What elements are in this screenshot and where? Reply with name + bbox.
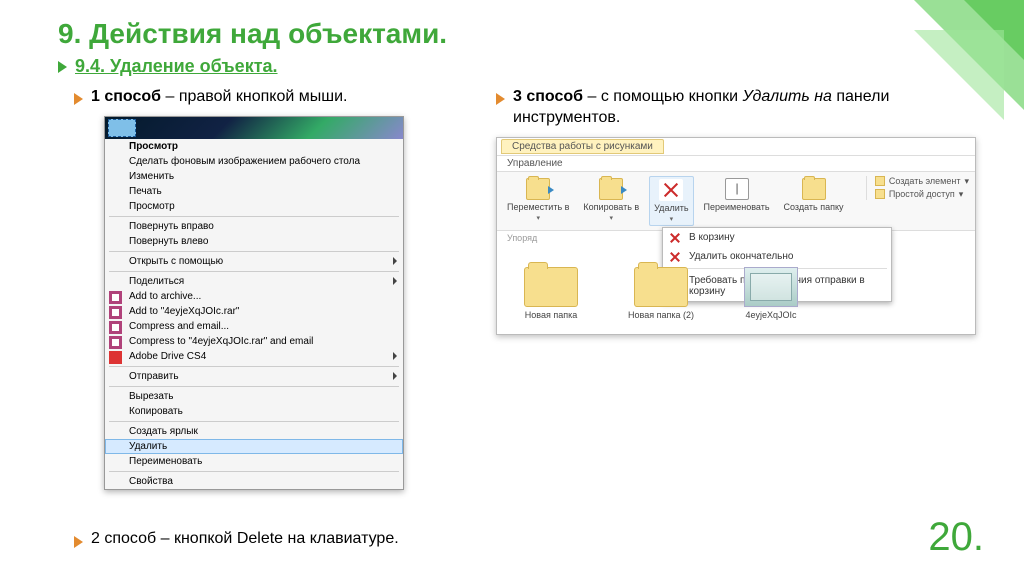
context-menu-item[interactable]: Add to archive... <box>105 289 403 304</box>
separator <box>109 271 399 272</box>
separator <box>109 251 399 252</box>
folder-icon <box>524 267 578 307</box>
method-1: 1 способ – правой кнопкой мыши. <box>74 87 466 108</box>
method2-label: 2 способ <box>91 530 156 547</box>
separator <box>109 421 399 422</box>
menu-item-label: Создать ярлык <box>129 426 198 437</box>
menu-item-label: Add to archive... <box>129 291 201 302</box>
context-menu-item[interactable]: Повернуть вправо <box>105 219 403 234</box>
context-menu-item[interactable]: Печать <box>105 184 403 199</box>
menu-item-label: Изменить <box>129 171 174 182</box>
menu-item-label: Adobe Drive CS4 <box>129 351 206 362</box>
adobe-icon <box>109 351 122 364</box>
file-label: Новая папка (2) <box>628 310 694 320</box>
file-label: 4eyjeXqJOIc <box>745 310 796 320</box>
context-menu-item[interactable]: Compress and email... <box>105 319 403 334</box>
menu-item-label: Сделать фоновым изображением рабочего ст… <box>129 156 360 167</box>
corner-decoration <box>824 0 1024 180</box>
context-menu-item[interactable]: Compress to "4eyjeXqJOIc.rar" and email <box>105 334 403 349</box>
menu-item-label: Открыть с помощью <box>129 256 223 267</box>
delete-button[interactable]: Удалить▾ <box>649 176 693 226</box>
bullet-icon <box>74 93 83 105</box>
menu-item-label: Копировать <box>129 406 183 417</box>
selected-icon <box>108 119 136 137</box>
separator <box>109 216 399 217</box>
context-menu-item[interactable]: Создать ярлык <box>105 424 403 439</box>
context-menu-item[interactable]: Adobe Drive CS4 <box>105 349 403 364</box>
rar-icon <box>109 291 122 304</box>
delete-recycle[interactable]: В корзину <box>663 228 891 247</box>
menu-item-label: Печать <box>129 186 162 197</box>
move-button[interactable]: Переместить в▾ <box>503 176 573 224</box>
folder-item[interactable]: Новая папка <box>511 267 591 320</box>
delete-permanent[interactable]: Удалить окончательно <box>663 247 891 266</box>
file-label: Новая папка <box>525 310 577 320</box>
context-menu-item[interactable]: Переименовать <box>105 454 403 469</box>
context-menu-item[interactable]: Удалить <box>105 439 403 454</box>
context-menu-item[interactable]: Add to "4eyjeXqJOIc.rar" <box>105 304 403 319</box>
bullet-icon <box>496 93 505 105</box>
menu-item-label: Удалить <box>129 441 167 452</box>
menu-item-label: Вырезать <box>129 391 173 402</box>
slide-number: 20. <box>928 515 984 560</box>
method1-label: 1 способ <box>91 88 161 105</box>
menu-item-label: Свойства <box>129 476 173 487</box>
menu-item-label: Просмотр <box>129 141 178 152</box>
menu-item-label: Отправить <box>129 371 179 382</box>
context-menu-item[interactable]: Просмотр <box>105 199 403 214</box>
context-menu-item[interactable]: Копировать <box>105 404 403 419</box>
ribbon: Переместить в▾ Копировать в▾ Удалить▾ Пе… <box>497 172 975 231</box>
context-menu-item[interactable]: Сделать фоновым изображением рабочего ст… <box>105 154 403 169</box>
menu-item-label: Add to "4eyjeXqJOIc.rar" <box>129 306 239 317</box>
new-folder-button[interactable]: Создать папку <box>780 176 848 214</box>
x-icon <box>669 232 681 244</box>
copy-button[interactable]: Копировать в▾ <box>579 176 643 224</box>
context-menu-item[interactable]: Вырезать <box>105 389 403 404</box>
move-icon <box>526 178 550 200</box>
bullet-icon <box>58 61 67 73</box>
context-menu-screenshot: Просмотр Сделать фоновым изображением раб… <box>104 116 404 490</box>
context-menu: Просмотр Сделать фоновым изображением раб… <box>105 139 403 489</box>
context-menu-item[interactable]: Просмотр <box>105 139 403 154</box>
delete-icon <box>659 179 683 201</box>
menu-item-label: Поделиться <box>129 276 184 287</box>
context-menu-item[interactable]: Свойства <box>105 474 403 489</box>
separator <box>109 366 399 367</box>
x-icon <box>669 251 681 263</box>
context-menu-item[interactable]: Изменить <box>105 169 403 184</box>
method-2: 2 способ – кнопкой Delete на клавиатуре. <box>74 530 399 548</box>
bullet-icon <box>74 536 83 548</box>
rar-icon <box>109 306 122 319</box>
desktop-thumbnail <box>105 117 403 139</box>
separator <box>109 471 399 472</box>
menu-item-label: Compress to "4eyjeXqJOIc.rar" and email <box>129 336 313 347</box>
menu-item-label: Повернуть влево <box>129 236 208 247</box>
folder-icon <box>802 178 826 200</box>
copy-icon <box>599 178 623 200</box>
context-menu-item[interactable]: Поделиться <box>105 274 403 289</box>
easy-icon <box>875 189 885 199</box>
menu-item-label: Переименовать <box>129 456 202 467</box>
folder-icon <box>634 267 688 307</box>
method1-desc: правой кнопкой мыши. <box>179 88 348 105</box>
context-menu-item[interactable]: Повернуть влево <box>105 234 403 249</box>
rename-button[interactable]: Переименовать <box>700 176 774 214</box>
context-menu-item[interactable]: Открыть с помощью <box>105 254 403 269</box>
image-icon <box>744 267 798 307</box>
separator <box>109 386 399 387</box>
context-menu-item[interactable]: Отправить <box>105 369 403 384</box>
menu-item-label: Повернуть вправо <box>129 221 214 232</box>
slide-subtitle: 9.4. Удаление объекта. <box>75 56 278 77</box>
easy-access-button[interactable]: Простой доступ ▾ <box>875 189 969 200</box>
ribbon-context-tab[interactable]: Средства работы с рисунками <box>501 139 664 154</box>
menu-item-label: Compress and email... <box>129 321 229 332</box>
rename-icon <box>725 178 749 200</box>
menu-item-label: Просмотр <box>129 201 175 212</box>
rar-icon <box>109 321 122 334</box>
method3-label: 3 способ <box>513 88 583 105</box>
rar-icon <box>109 336 122 349</box>
